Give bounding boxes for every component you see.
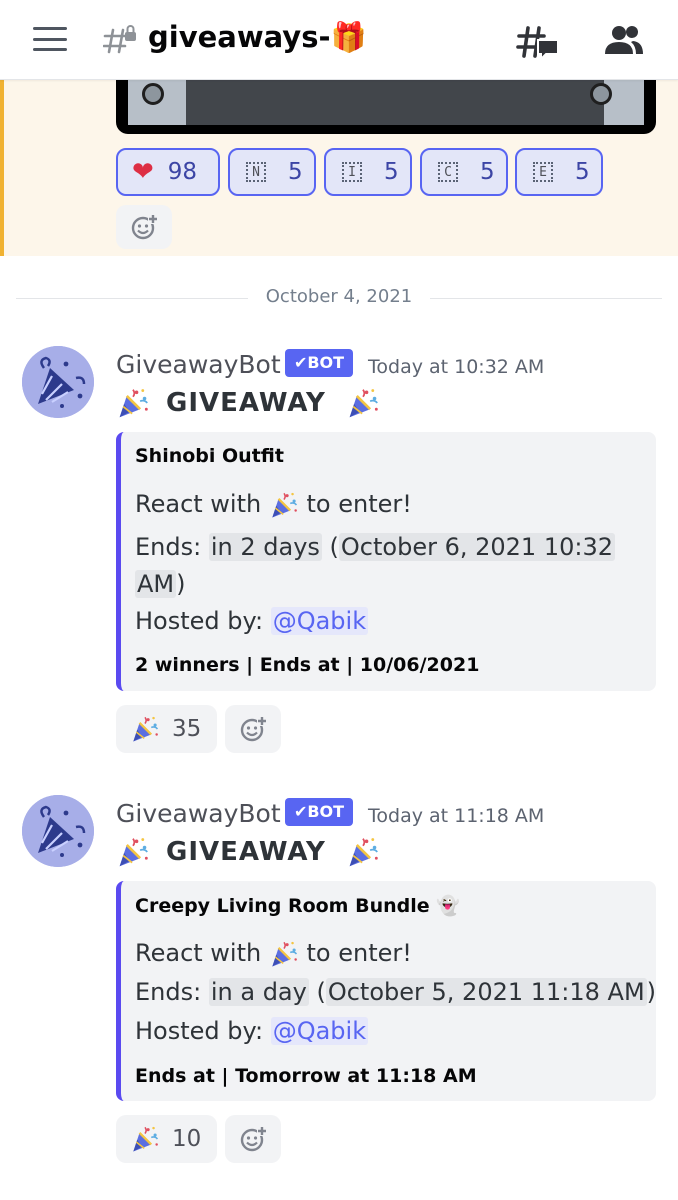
tada-icon [130, 715, 160, 743]
avatar[interactable] [22, 346, 94, 418]
top-bar: giveaways-🎁 [0, 0, 678, 80]
locked-channel-icon [103, 25, 136, 54]
embed-react-line: React with to enter! [135, 939, 412, 968]
tada-icon [116, 387, 150, 419]
embed-hosted-line: Hosted by: @Qabik [135, 607, 369, 635]
tada-icon [130, 1125, 160, 1153]
embed-title: Creepy Living Room Bundle 👻 [135, 895, 460, 917]
add-reaction-button[interactable] [225, 1115, 281, 1163]
hamburger-icon[interactable] [33, 27, 67, 51]
checkmark-icon: ✔ [293, 353, 308, 372]
bot-tag: ✔BOT [285, 798, 353, 826]
giveaway-embed: Creepy Living Room Bundle 👻 React with t… [116, 881, 656, 1101]
reaction-letter-n[interactable]: N 5 [228, 148, 316, 196]
tada-icon [269, 940, 299, 968]
add-reaction-icon [130, 213, 158, 241]
host-mention[interactable]: @Qabik [270, 1017, 369, 1045]
tada-icon [269, 491, 299, 519]
tada-icon [346, 387, 380, 419]
regional-indicator-e-icon: E [533, 162, 553, 182]
embed-title: Shinobi Outfit [135, 445, 284, 467]
bot-tag: ✔BOT [285, 349, 353, 377]
reaction-letter-c[interactable]: C 5 [420, 148, 508, 196]
absolute-time: October 6, 2021 10:32 [338, 533, 615, 561]
avatar[interactable] [22, 795, 94, 867]
giveaway-heading: GIVEAWAY [116, 386, 380, 420]
checkmark-icon: ✔ [293, 802, 308, 821]
host-mention[interactable]: @Qabik [270, 607, 369, 635]
regional-indicator-c-icon: C [438, 162, 458, 182]
giveaway-embed: Shinobi Outfit React with to enter! Ends… [116, 432, 656, 691]
add-reaction-button[interactable] [225, 705, 281, 753]
party-popper-avatar-icon [22, 346, 94, 418]
party-popper-avatar-icon [22, 795, 94, 867]
giveaway-heading: GIVEAWAY [116, 835, 380, 869]
add-reaction-button[interactable] [116, 205, 172, 249]
absolute-time: October 5, 2021 11:18 AM [325, 978, 647, 1006]
members-icon[interactable] [602, 24, 644, 56]
embed-react-line: React with to enter! [135, 490, 412, 519]
reaction-tada[interactable]: 10 [116, 1115, 217, 1163]
regional-indicator-n-icon: N [246, 162, 266, 182]
username[interactable]: GiveawayBot [116, 350, 281, 379]
add-reaction-icon [239, 1125, 267, 1153]
reaction-tada[interactable]: 35 [116, 705, 217, 753]
embed-ends-line: Ends: in a day (October 5, 2021 11:18 AM… [135, 978, 657, 1006]
reaction-letter-i[interactable]: I 5 [324, 148, 412, 196]
add-reaction-icon [239, 715, 267, 743]
tada-icon [116, 836, 150, 868]
embed-footer: Ends at | Tomorrow at 11:18 AM [135, 1065, 477, 1087]
embed-hosted-line: Hosted by: @Qabik [135, 1017, 369, 1045]
channel-name: giveaways-🎁 [148, 20, 367, 54]
threads-icon[interactable] [516, 22, 560, 62]
timestamp: Today at 10:32 AM [368, 356, 545, 378]
relative-time: in a day [208, 978, 309, 1006]
attached-image[interactable] [116, 79, 656, 134]
embed-footer: 2 winners | Ends at | 10/06/2021 [135, 654, 480, 676]
mention-highlight-bar [0, 79, 4, 256]
date-divider: October 4, 2021 [265, 286, 413, 307]
relative-time: in 2 days [208, 533, 322, 561]
username[interactable]: GiveawayBot [116, 799, 281, 828]
reaction-heart[interactable]: ❤ 98 [116, 148, 220, 196]
previous-message: ❤ 98 N 5 I 5 C 5 E 5 [0, 79, 678, 256]
embed-ends-line: Ends: in 2 days (October 6, 2021 10:32 AM… [135, 533, 615, 598]
timestamp: Today at 11:18 AM [368, 805, 545, 827]
absolute-time-cont: AM [135, 570, 177, 598]
heart-icon: ❤ [132, 157, 154, 187]
regional-indicator-i-icon: I [342, 162, 362, 182]
tada-icon [346, 836, 380, 868]
reaction-letter-e[interactable]: E 5 [515, 148, 603, 196]
